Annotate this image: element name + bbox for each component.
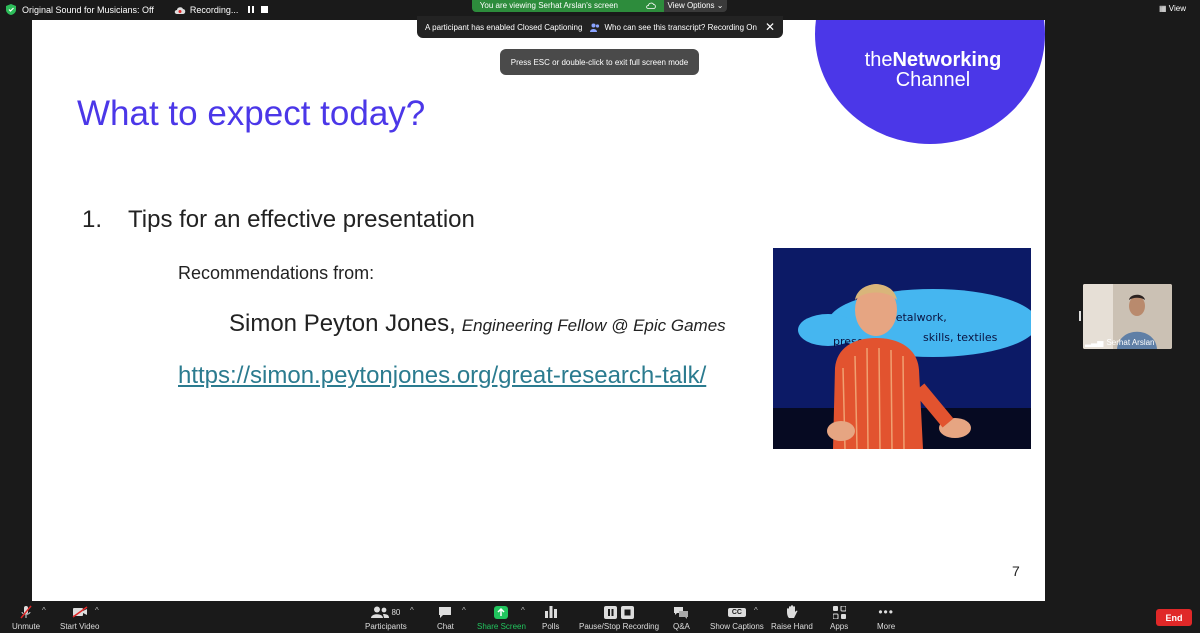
shield-icon [6, 4, 16, 15]
pause-recording-icon[interactable] [248, 6, 255, 13]
unmute-button[interactable]: Unmute [12, 605, 40, 631]
exit-fullscreen-toast: Press ESC or double-click to exit full s… [500, 49, 699, 75]
closed-captioning-notice: A participant has enabled Closed Caption… [417, 16, 783, 38]
slide-page-number: 7 [1012, 563, 1020, 579]
raise-hand-icon [786, 605, 798, 619]
recommendations-label: Recommendations from: [178, 263, 375, 283]
view-options-label: View Options [667, 1, 715, 10]
viewing-banner-text: You are viewing Serhat Arslan's screen [479, 1, 618, 10]
talk-link[interactable]: https://simon.peytonjones.org/great-rese… [178, 362, 706, 390]
show-captions-label: Show Captions [710, 622, 764, 631]
recording-label: Recording... [189, 4, 239, 15]
agenda-text: Tips for an effective presentation [128, 206, 475, 233]
participants-chevron-icon[interactable]: ^ [410, 606, 414, 615]
qa-icon [673, 605, 689, 619]
agenda-number: 1. [82, 206, 103, 233]
participant-name-tag: ▂▃▅ Serhat Arslan [1085, 338, 1155, 347]
unmute-label: Unmute [12, 622, 41, 631]
raise-hand-label: Raise Hand [771, 622, 813, 631]
share-screen-label: Share Screen [477, 622, 526, 631]
apps-label: Apps [830, 622, 849, 631]
brand-bold: Networking [892, 49, 1002, 71]
captioning-notice-text: A participant has enabled Closed Caption… [425, 22, 583, 32]
participants-count: 80 [391, 607, 401, 617]
brand-prefix: the [864, 49, 893, 71]
view-options-button[interactable]: View Options ⌄ [664, 0, 727, 12]
pause-stop-label: Pause/Stop Recording [579, 622, 660, 631]
speaker-role: Engineering Fellow @ Epic Games [461, 316, 726, 335]
chat-button[interactable]: Chat [437, 605, 454, 631]
meeting-toolbar: Unmute ^ Start Video ^ 80 Participants ^… [0, 601, 1200, 633]
participants-button[interactable]: 80 Participants [365, 605, 407, 631]
start-video-label: Start Video [60, 622, 100, 631]
chat-chevron-icon[interactable]: ^ [462, 606, 466, 615]
qa-button[interactable]: Q&A [673, 605, 690, 631]
video-options-chevron-icon[interactable]: ^ [95, 606, 99, 615]
polls-icon [544, 605, 557, 619]
polls-button[interactable]: Polls [542, 605, 559, 631]
view-menu-button[interactable]: ▦ View [1159, 4, 1186, 13]
participants-label: Participants [365, 622, 407, 631]
thumbnail-handle[interactable] [1079, 311, 1081, 321]
viewing-screen-banner: You are viewing Serhat Arslan's screen [472, 0, 664, 12]
share-screen-button[interactable]: Share Screen [477, 605, 526, 631]
more-label: More [877, 622, 896, 631]
chat-icon [438, 605, 452, 619]
chevron-down-icon: ⌄ [716, 1, 724, 10]
users-icon [590, 23, 600, 32]
qa-label: Q&A [673, 622, 690, 631]
more-icon: ••• [878, 605, 894, 619]
photo-word-2: skills, textiles [923, 331, 998, 344]
grid-icon: ▦ [1159, 4, 1167, 13]
apps-button[interactable]: Apps [830, 605, 848, 631]
raise-hand-button[interactable]: Raise Hand [771, 605, 813, 631]
recording-indicator[interactable]: Recording... [174, 4, 239, 15]
shared-screen: theNetworking Channel What to expect tod… [32, 20, 1045, 601]
original-sound-status[interactable]: Original Sound for Musicians: Off [22, 5, 154, 15]
pause-stop-recording-button[interactable]: Pause/Stop Recording [579, 605, 659, 631]
participants-icon: 80 [371, 605, 400, 619]
audio-options-chevron-icon[interactable]: ^ [42, 606, 46, 615]
top-bar-left: Original Sound for Musicians: Off Record… [6, 4, 269, 15]
video-off-icon [72, 605, 88, 619]
cloud-icon [646, 3, 656, 10]
share-screen-chevron-icon[interactable]: ^ [521, 606, 525, 615]
transcript-link-text: Who can see this transcript? Recording O… [604, 22, 757, 32]
polls-label: Polls [542, 622, 560, 631]
captions-chevron-icon[interactable]: ^ [754, 606, 758, 615]
start-video-button[interactable]: Start Video [60, 605, 99, 631]
close-icon[interactable]: ✕ [765, 20, 775, 34]
apps-icon [832, 605, 846, 619]
participant-name: Serhat Arslan [1106, 338, 1155, 347]
speaker-credit: Simon Peyton Jones, Engineering Fellow @… [229, 310, 726, 338]
end-meeting-button[interactable]: End [1156, 609, 1192, 626]
brand-logo: theNetworking Channel [854, 50, 1012, 90]
share-screen-icon [494, 605, 509, 619]
more-button[interactable]: ••• More [877, 605, 895, 631]
pause-stop-icon [604, 605, 635, 619]
speaker-photo-illustration: metalwork, skills, textiles prese [773, 248, 1031, 449]
stop-recording-icon[interactable] [261, 6, 269, 13]
view-menu-label: View [1168, 4, 1186, 13]
cloud-recording-icon [174, 6, 186, 14]
brand-line2: Channel [895, 69, 971, 91]
recording-controls [248, 6, 269, 13]
chat-label: Chat [437, 622, 454, 631]
captions-badge: CC [727, 607, 746, 617]
signal-icon: ▂▃▅ [1085, 338, 1104, 347]
microphone-muted-icon [19, 605, 33, 619]
transcript-visibility-link[interactable]: Who can see this transcript? Recording O… [590, 23, 757, 32]
speaker-photo: metalwork, skills, textiles prese [773, 248, 1031, 449]
captions-icon: CC [727, 605, 746, 619]
slide-title: What to expect today? [77, 94, 426, 133]
agenda-item: 1. Tips for an effective presentation [82, 206, 475, 234]
speaker-name: Simon Peyton Jones, [229, 310, 456, 337]
